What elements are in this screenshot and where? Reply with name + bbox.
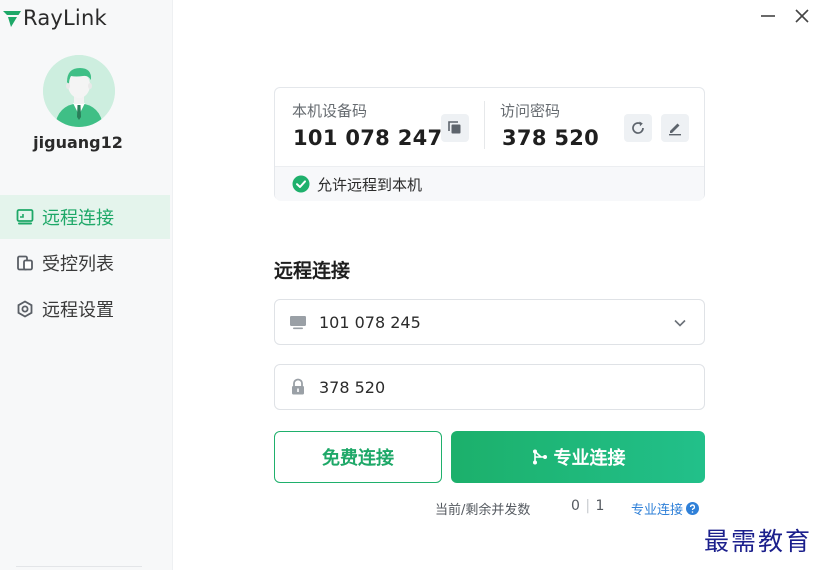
- minimize-button[interactable]: [757, 5, 779, 27]
- concurrency-count: 0 | 1: [571, 498, 604, 514]
- share-nodes-icon: [532, 449, 547, 465]
- watermark-text: 最需教育: [704, 527, 813, 556]
- username: jiguang12: [33, 133, 123, 152]
- device-code-value: 101 078 247: [293, 126, 443, 150]
- edit-pencil-icon: [669, 123, 681, 136]
- device-info-card: 本机设备码 101 078 247 访问密码 378 520 允许远程到本机: [274, 87, 705, 201]
- minimize-icon: [761, 15, 775, 17]
- concurrency-current: 0: [571, 498, 580, 514]
- pro-connect-link-label: 专业连接: [631, 503, 684, 518]
- help-icon[interactable]: [686, 502, 700, 515]
- device-info-top: 本机设备码 101 078 247 访问密码 378 520: [275, 88, 704, 166]
- edit-password-button[interactable]: [661, 114, 689, 142]
- device-code-input-value: 101 078 245: [319, 312, 421, 332]
- user-avatar-icon: [43, 55, 115, 127]
- password-input[interactable]: 378 520: [274, 364, 705, 410]
- chevron-down-icon[interactable]: [672, 315, 688, 331]
- free-connect-button[interactable]: 免费连接: [274, 431, 442, 483]
- check-circle-icon: [292, 175, 310, 193]
- card-divider: [484, 101, 485, 149]
- concurrency-label: 当前/剩余并发数: [435, 503, 531, 518]
- app-logo: RayLink: [2, 5, 107, 31]
- lock-icon: [292, 378, 304, 395]
- allow-remote-row[interactable]: 允许远程到本机: [275, 166, 704, 201]
- device-list-icon: [17, 255, 33, 271]
- sidebar-item-remote-connect[interactable]: 远程连接: [0, 195, 170, 239]
- monitor-icon: [290, 316, 306, 330]
- sidebar-item-label: 远程设置: [42, 300, 114, 321]
- pro-connect-label: 专业连接: [553, 448, 626, 469]
- close-icon: [795, 9, 809, 23]
- refresh-password-button[interactable]: [624, 114, 652, 142]
- settings-hexagon-icon: [17, 300, 33, 318]
- device-code-input[interactable]: 101 078 245: [274, 299, 705, 345]
- password-input-value: 378 520: [319, 377, 386, 397]
- access-password-label: 访问密码: [500, 102, 561, 120]
- pro-connect-button[interactable]: 专业连接: [451, 431, 705, 483]
- sidebar: RayLink jiguang12 远程连接 受控列表 远程设置: [0, 0, 173, 570]
- app-name: RayLink: [23, 6, 107, 30]
- allow-remote-label: 允许远程到本机: [317, 175, 423, 194]
- raylink-logo-icon: [3, 11, 21, 27]
- sidebar-item-label: 受控列表: [42, 254, 114, 275]
- sidebar-item-controlled-list[interactable]: 受控列表: [0, 241, 170, 285]
- refresh-icon: [632, 121, 644, 134]
- device-code-label: 本机设备码: [292, 102, 368, 120]
- sidebar-item-label: 远程连接: [42, 208, 114, 229]
- avatar[interactable]: [43, 55, 115, 127]
- monitor-icon: [16, 209, 34, 225]
- copy-icon: [448, 121, 461, 134]
- concurrency-separator: |: [585, 498, 591, 514]
- copy-device-code-button[interactable]: [441, 114, 469, 142]
- section-title-remote-connect: 远程连接: [274, 260, 351, 282]
- sidebar-divider: [16, 566, 142, 567]
- close-button[interactable]: [791, 5, 813, 27]
- access-password-value: 378 520: [502, 126, 600, 150]
- sidebar-item-remote-settings[interactable]: 远程设置: [0, 287, 170, 331]
- concurrency-remaining: 1: [595, 498, 605, 514]
- pro-connect-link[interactable]: 专业连接: [631, 499, 700, 518]
